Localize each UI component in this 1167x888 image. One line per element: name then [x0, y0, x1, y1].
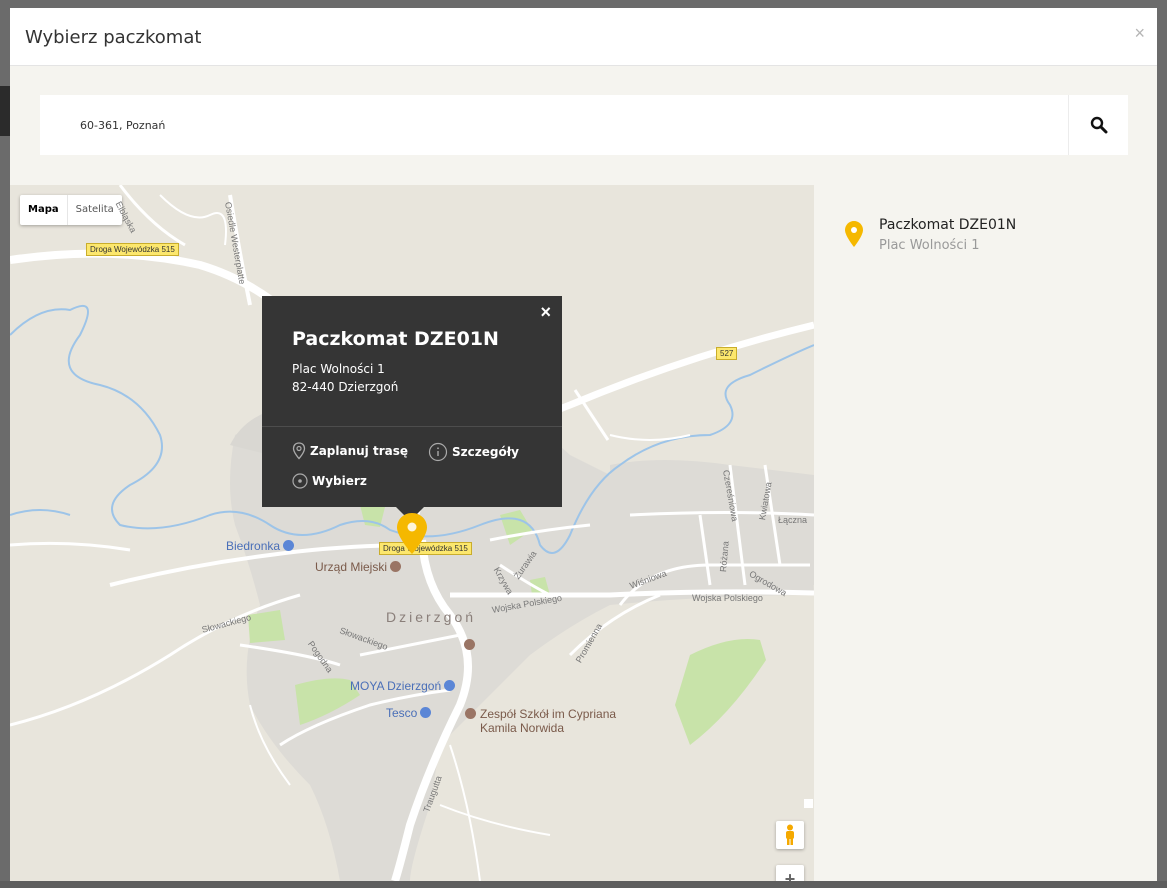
poi-urzad-miejski[interactable]: Urząd Miejski [315, 560, 402, 574]
infowindow-close-button[interactable]: × [540, 302, 551, 323]
location-pin-icon [292, 442, 306, 460]
search-icon [1090, 116, 1107, 134]
map-control-edge [804, 799, 813, 808]
zoom-in-button[interactable]: + [776, 865, 804, 881]
search-bar [40, 95, 1128, 155]
pegman-icon [786, 824, 794, 845]
poi-tesco[interactable]: Tesco [386, 706, 432, 720]
select-locker-label: Wybierz [312, 474, 367, 488]
infowindow-divider [262, 426, 562, 427]
details-button[interactable]: Szczegóły [428, 442, 519, 462]
street-view-pegman-button[interactable] [776, 821, 804, 849]
locker-list-item[interactable]: Paczkomat DZE01N Plac Wolności 1 [844, 215, 1144, 259]
shop-icon [283, 540, 295, 551]
info-icon [428, 442, 448, 462]
post-office-icon[interactable] [464, 639, 475, 650]
details-label: Szczegóły [452, 445, 519, 459]
map-type-control: Mapa Satelita [20, 195, 122, 225]
infowindow-title: Paczkomat DZE01N [292, 328, 499, 350]
poi-label: Urząd Miejski [315, 560, 388, 574]
modal-header: Wybierz paczkomat × [10, 8, 1157, 66]
infowindow-address-street: Plac Wolności 1 [292, 362, 385, 376]
map[interactable]: Mapa Satelita Droga Wojewódzka 515 527 D… [10, 185, 814, 881]
radio-icon [292, 473, 308, 489]
road-label: Droga Wojewódzka 515 [86, 243, 179, 256]
locker-name: Paczkomat DZE01N [879, 217, 1017, 233]
fuel-icon [444, 680, 456, 691]
poi-label: Zespół Szkół im Cypriana [480, 707, 617, 721]
select-locker-button[interactable]: Wybierz [292, 473, 367, 489]
poi-label: Tesco [386, 706, 418, 720]
map-type-satellite-button[interactable]: Satelita [68, 195, 122, 225]
modal-title: Wybierz paczkomat [25, 27, 202, 48]
poi-school[interactable]: Zespół Szkół im Cypriana Kamila Norwida [465, 707, 616, 735]
poi-label: Kamila Norwida [480, 721, 565, 735]
map-type-map-button[interactable]: Mapa [20, 195, 68, 225]
poi-biedronka[interactable]: Biedronka [226, 539, 295, 553]
school-icon [465, 708, 476, 719]
plan-route-label: Zaplanuj trasę [310, 444, 409, 458]
locker-map-marker[interactable] [396, 512, 428, 556]
government-icon [390, 561, 402, 572]
plan-route-button[interactable]: Zaplanuj trasę [292, 442, 408, 460]
search-button[interactable] [1068, 95, 1128, 155]
parcel-locker-modal: Wybierz paczkomat × 60-361, Poznań Mapa … [10, 8, 1157, 881]
locker-infowindow: × Paczkomat DZE01N Plac Wolności 1 82-44… [262, 296, 562, 521]
locker-address: Plac Wolności 1 [879, 238, 980, 253]
poi-label: MOYA Dzierzgoń [350, 679, 442, 693]
location-pin-icon [845, 221, 863, 247]
town-label: Dzierzgoń [386, 609, 477, 625]
backdrop [0, 86, 10, 136]
infowindow-address-city: 82-440 Dzierzgoń [292, 380, 399, 394]
page-bottom-strip [0, 881, 1167, 888]
modal-close-button[interactable]: × [1134, 22, 1145, 44]
road-label: 527 [716, 347, 738, 360]
search-input[interactable] [40, 95, 1068, 155]
shop-icon [420, 707, 432, 718]
street-label: Wojska Polskiego [692, 593, 763, 603]
poi-label: Biedronka [226, 539, 281, 553]
street-label: Łączna [778, 515, 808, 525]
locker-list-sidebar: Paczkomat DZE01N Plac Wolności 1 [814, 185, 1157, 881]
poi-moya[interactable]: MOYA Dzierzgoń [350, 679, 456, 693]
